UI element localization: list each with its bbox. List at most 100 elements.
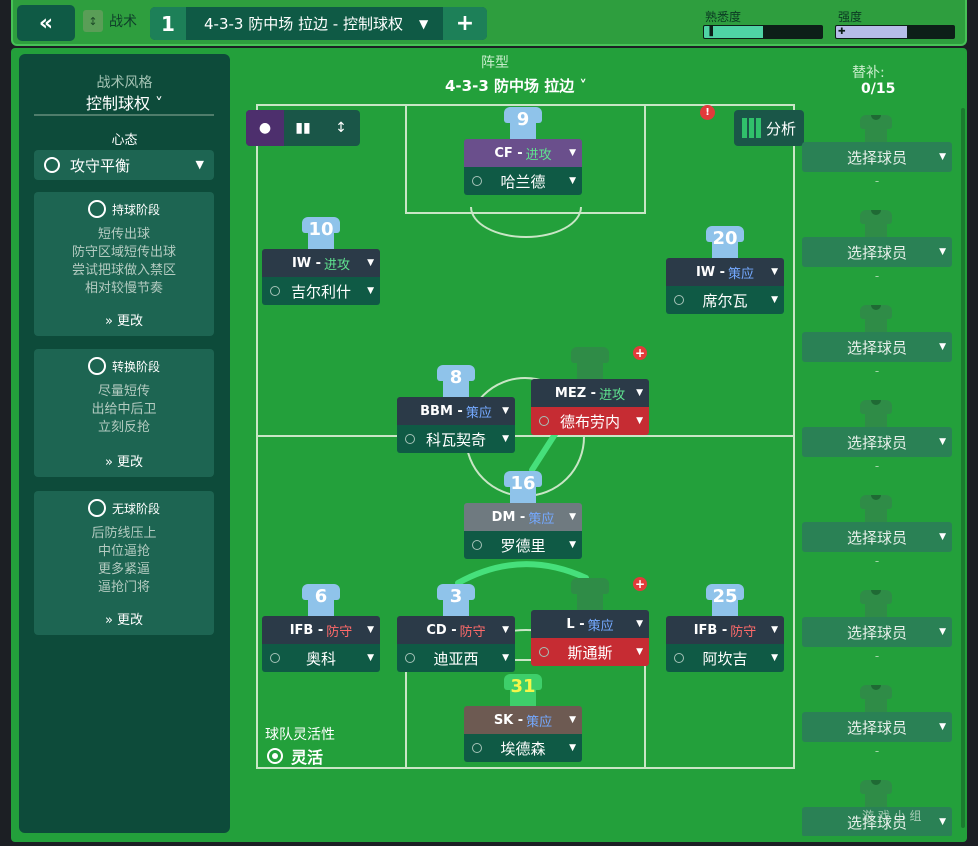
instruction-line: 逼抢门将 (97, 580, 150, 595)
role-dropdown[interactable]: CF - 进攻 ▼ (464, 139, 582, 167)
select-player-dropdown[interactable]: 选择球员 ▼ (802, 522, 952, 552)
player-name-dropdown[interactable]: 吉尔利什 ▼ (262, 277, 380, 305)
duty-label: 策应 (465, 405, 492, 421)
chevron-down-icon: ▼ (939, 627, 946, 637)
role-dropdown[interactable]: SK - 策应 ▼ (464, 706, 582, 734)
chevron-down-icon: ▼ (569, 512, 576, 522)
select-player-dropdown[interactable]: 选择球员 ▼ (802, 617, 952, 647)
chevron-down-icon: ▼ (502, 406, 509, 416)
select-player-dropdown[interactable]: 选择球员 ▼ (802, 332, 952, 362)
role-dropdown[interactable]: IW - 进攻 ▼ (262, 249, 380, 277)
tactic-slot-number[interactable]: 1 (150, 7, 186, 40)
select-player-dropdown[interactable]: 选择球员 ▼ (802, 712, 952, 742)
role-dropdown[interactable]: CD - 防守 ▼ (397, 616, 515, 644)
shirt-number: 9 (516, 109, 530, 130)
person-icon (472, 540, 482, 550)
player-name: 阿坎吉 (702, 649, 748, 668)
player-name-dropdown[interactable]: 德布劳内 ▼ (531, 407, 649, 435)
role-dropdown[interactable]: IW - 策应 ▼ (666, 258, 784, 286)
shirt-number: 16 (510, 473, 536, 494)
player-name-dropdown[interactable]: 科瓦契奇 ▼ (397, 425, 515, 453)
select-player-dropdown[interactable]: 选择球员 ▼ (802, 237, 952, 267)
instruction-line: 出给中后卫 (91, 402, 157, 417)
tactic-selector[interactable]: 1 4-3-3 防中场 拉边 - 控制球权 ▼ + (150, 7, 487, 40)
no-ball-icon (87, 499, 106, 517)
shirt-icon (860, 207, 892, 240)
player-name-dropdown[interactable]: 迪亚西 ▼ (397, 644, 515, 672)
tactic-name[interactable]: 4-3-3 防中场 拉边 - 控制球权 (186, 13, 419, 34)
intensity-meter[interactable]: ✚ (835, 25, 955, 39)
back-button[interactable]: « (17, 5, 75, 41)
shirt-icon (860, 492, 892, 525)
player-name: 罗德里 (500, 536, 546, 555)
watermark: 游 戏 小 组 (862, 809, 922, 823)
role-dropdown[interactable]: BBM - 策应 ▼ (397, 397, 515, 425)
change-button[interactable]: » 更改 (34, 609, 214, 628)
role-code: MEZ (554, 385, 587, 401)
team-fluidity-value[interactable]: 灵活 (267, 744, 323, 768)
view-toggle[interactable]: ● ▮▮ ↕ (246, 110, 360, 146)
select-player-dropdown[interactable]: 选择球员 ▼ (802, 427, 952, 457)
formation-dropdown[interactable]: 4-3-3 防中场 拉边 ˅ (445, 75, 587, 96)
tactical-style-dropdown[interactable]: 控制球权 ˅ (19, 90, 230, 114)
stats-view-icon[interactable]: ▮▮ (284, 110, 322, 146)
formation-label: 阵型 (481, 55, 509, 71)
chevron-down-icon: ▼ (939, 437, 946, 447)
shirt-number: 6 (314, 586, 328, 607)
add-tactic-button[interactable]: + (443, 7, 487, 40)
chevron-down-icon[interactable]: ▼ (419, 17, 443, 31)
sub-slot: 选择球员▼- (802, 771, 952, 836)
double-chevron-left-icon: « (38, 10, 54, 36)
select-player-label: 选择球员 (846, 338, 907, 357)
role-dropdown[interactable]: MEZ - 进攻 ▼ (531, 379, 649, 407)
player-name-dropdown[interactable]: 阿坎吉 ▼ (666, 644, 784, 672)
add-player-icon[interactable]: + (633, 577, 647, 591)
role-dropdown[interactable]: IFB - 防守 ▼ (666, 616, 784, 644)
role-sep: - (313, 622, 324, 638)
mentality-icon (44, 157, 60, 173)
sub-slot: 选择球员▼- (802, 486, 952, 581)
instruction-line: 立刻反抢 (97, 420, 150, 435)
change-button[interactable]: » 更改 (34, 451, 214, 470)
player-name-dropdown[interactable]: 奥科 ▼ (262, 644, 380, 672)
person-icon (539, 416, 549, 426)
analysis-button[interactable]: 分析 (734, 110, 804, 146)
shirt-icon: 25 (706, 580, 744, 618)
shirt-number: 8 (449, 367, 463, 388)
chevron-down-icon: ▼ (569, 148, 576, 158)
player-name: 奥科 (305, 649, 336, 668)
player-name-dropdown[interactable]: 席尔瓦 ▼ (666, 286, 784, 314)
instruction-line: 防守区域短传出球 (71, 245, 176, 260)
chevron-down-icon: ▼ (636, 388, 643, 398)
analysis-label: 分析 (766, 119, 797, 138)
familiarity-meter[interactable]: ▐ (703, 25, 823, 39)
player-name-dropdown[interactable]: 罗德里 ▼ (464, 531, 582, 559)
player-name-dropdown[interactable]: 埃德森 ▼ (464, 734, 582, 762)
shirt-icon: 16 (504, 467, 542, 505)
role-dropdown[interactable]: L - 策应 ▼ (531, 610, 649, 638)
shirt-number: 10 (308, 219, 334, 240)
chevron-down-icon: ▼ (939, 152, 946, 162)
change-button[interactable]: » 更改 (34, 310, 214, 329)
player-name-dropdown[interactable]: 哈兰德 ▼ (464, 167, 582, 195)
chevron-down-icon: ▼ (367, 286, 374, 296)
mentality-dropdown[interactable]: 攻守平衡 ▼ (34, 150, 214, 180)
scrollbar[interactable] (961, 108, 965, 828)
role-dropdown[interactable]: DM - 策应 ▼ (464, 503, 582, 531)
warning-icon[interactable]: ! (700, 105, 715, 120)
chevron-down-icon: ▼ (367, 653, 374, 663)
chevron-down-icon: ▼ (502, 434, 509, 444)
tactic-view-icon[interactable]: ↕ (322, 110, 360, 146)
tactics-tab[interactable]: ↕ 战术 (83, 10, 137, 32)
player-view-icon[interactable]: ● (246, 110, 284, 146)
player-name: 德布劳内 (559, 412, 620, 431)
role-code: SK (493, 712, 514, 728)
role-dropdown[interactable]: IFB - 防守 ▼ (262, 616, 380, 644)
person-icon (405, 653, 415, 663)
add-player-icon[interactable]: + (633, 346, 647, 360)
chevron-down-icon: ▼ (636, 619, 643, 629)
shirt-icon: 9 (504, 103, 542, 141)
player-name-dropdown[interactable]: 斯通斯 ▼ (531, 638, 649, 666)
chevron-down-icon: ▼ (939, 532, 946, 542)
select-player-dropdown[interactable]: 选择球员 ▼ (802, 142, 952, 172)
